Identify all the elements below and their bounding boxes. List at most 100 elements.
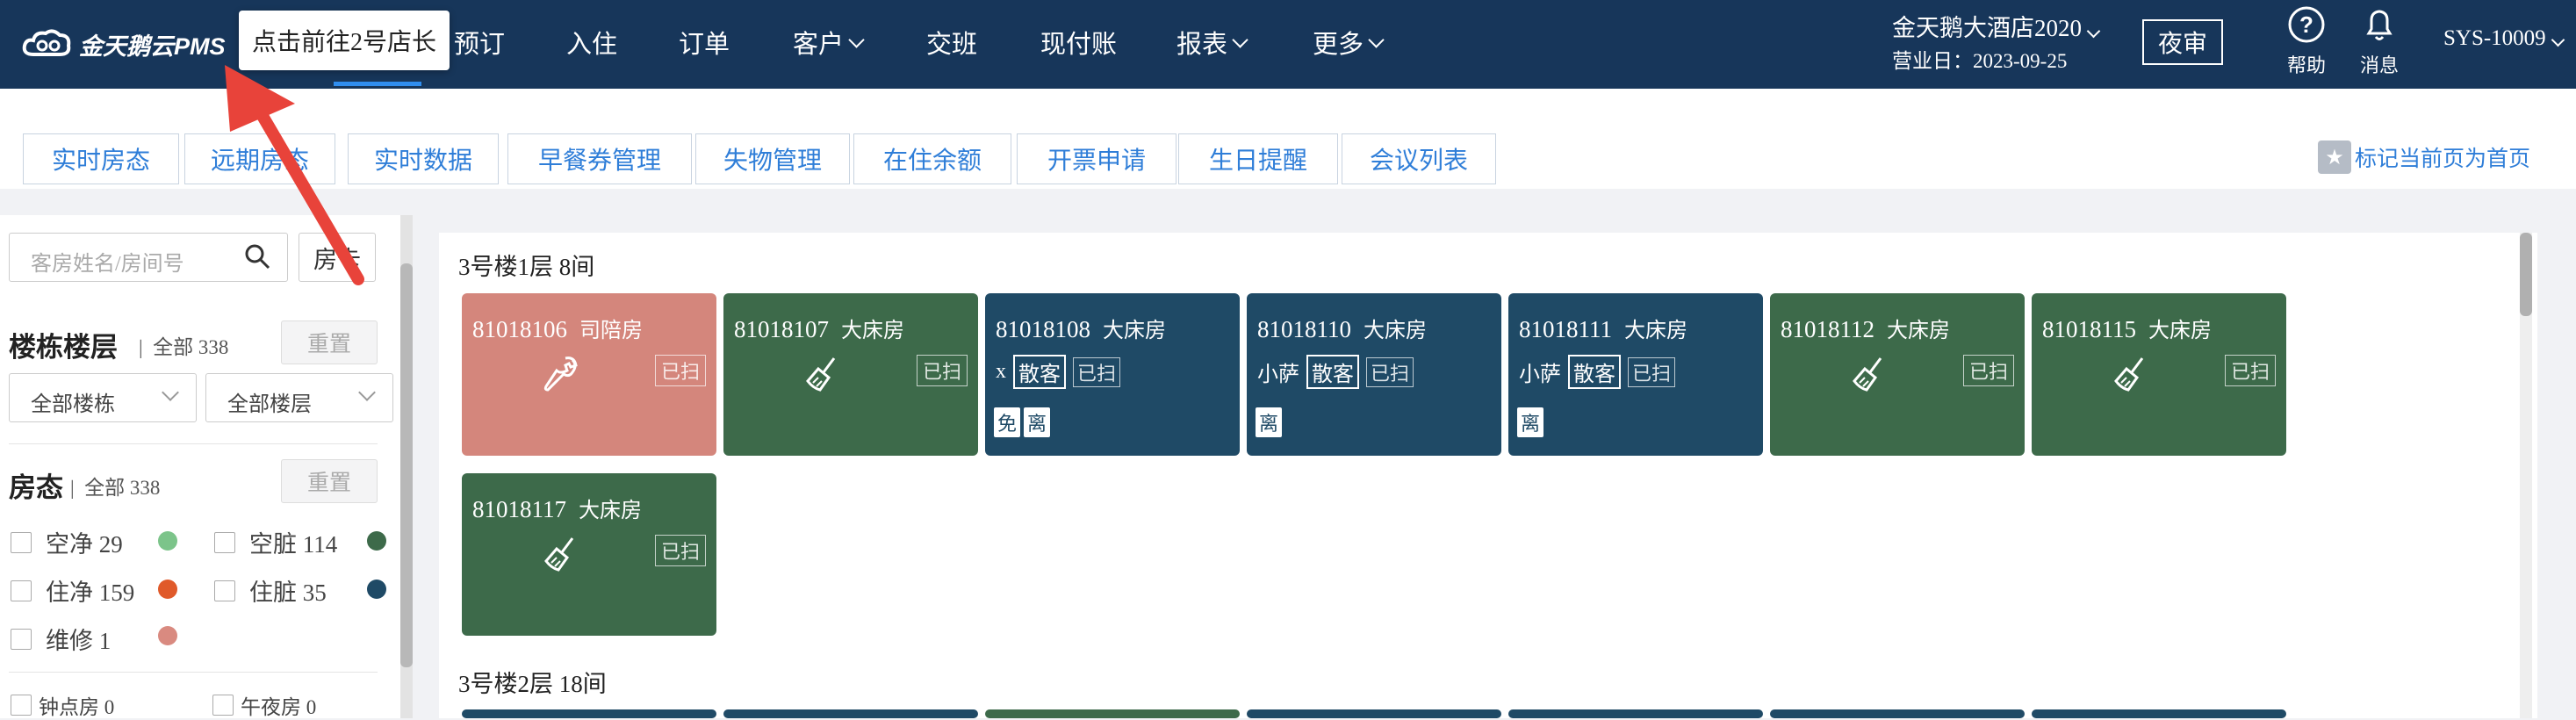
chevron-down-icon bbox=[1232, 31, 1248, 48]
nav-more[interactable]: 更多 bbox=[1313, 23, 1385, 61]
checkbox[interactable] bbox=[214, 580, 235, 601]
cleaned-tag: 已扫 bbox=[1366, 356, 1414, 387]
tab-future-status[interactable]: 远期房态 bbox=[184, 133, 335, 184]
checkbox[interactable] bbox=[214, 531, 235, 553]
room-card[interactable] bbox=[462, 709, 716, 718]
search-icon[interactable] bbox=[243, 242, 271, 270]
username: SYS-10009 bbox=[2443, 26, 2546, 50]
floor-select[interactable]: 全部楼层 bbox=[205, 373, 393, 422]
tab-realtime-data[interactable]: 实时数据 bbox=[348, 133, 499, 184]
status-label: 空脏 114 bbox=[249, 531, 338, 558]
night-audit-button[interactable]: 夜审 bbox=[2142, 19, 2223, 65]
hotel-selector[interactable]: 金天鹅大酒店2020 bbox=[1892, 9, 2101, 43]
room-type: 司陪房 bbox=[579, 320, 643, 342]
nav-label: 更多 bbox=[1313, 31, 1364, 59]
room-card[interactable]: 81018107 大床房 已扫 bbox=[723, 293, 978, 456]
building-select[interactable]: 全部楼栋 bbox=[9, 373, 197, 422]
guide-tooltip[interactable]: 点击前往2号店长 bbox=[239, 11, 450, 70]
mark-home-link[interactable]: ★ 标记当前页为首页 bbox=[2318, 140, 2530, 174]
room-card[interactable]: 81018108 大床房 x 散客 已扫 免离 bbox=[985, 293, 1240, 456]
tab-birthday-reminder[interactable]: 生日提醒 bbox=[1178, 133, 1338, 184]
chevron-down-icon bbox=[848, 31, 865, 48]
room-card[interactable] bbox=[1247, 709, 1501, 718]
nav-label: 报表 bbox=[1176, 31, 1228, 59]
mark-home-label: 标记当前页为首页 bbox=[2355, 148, 2531, 171]
sidebar-scroll-thumb[interactable] bbox=[400, 263, 413, 667]
nav-shift[interactable]: 交班 bbox=[926, 23, 977, 61]
filter-label: 午夜房 0 bbox=[241, 696, 317, 718]
help-button[interactable]: ? 帮助 bbox=[2276, 5, 2337, 78]
status-maintenance[interactable]: 维修 1 bbox=[11, 622, 111, 656]
status-vacant-dirty[interactable]: 空脏 114 bbox=[214, 525, 337, 559]
status-vacant-clean[interactable]: 空净 29 bbox=[11, 525, 123, 559]
nav-cash-account[interactable]: 现付账 bbox=[1040, 23, 1117, 61]
guest-type-badge: 散客 bbox=[1306, 355, 1359, 389]
room-number: 81018106 bbox=[472, 316, 567, 342]
messages-button[interactable]: 消息 bbox=[2349, 5, 2410, 78]
nav-booking[interactable]: 预订 bbox=[454, 23, 505, 61]
nav-checkin[interactable]: 入住 bbox=[566, 23, 617, 61]
chevron-down-icon bbox=[2086, 24, 2101, 39]
status-color-dot bbox=[158, 580, 177, 599]
tab-inhouse-balance[interactable]: 在住余额 bbox=[853, 133, 1011, 184]
help-label: 帮助 bbox=[2286, 54, 2326, 76]
cleaned-tag: 已扫 bbox=[1628, 356, 1676, 387]
checkbox[interactable] bbox=[11, 580, 32, 601]
tab-lost-found[interactable]: 失物管理 bbox=[695, 133, 850, 184]
building-reset-button[interactable]: 重置 bbox=[281, 320, 378, 364]
room-card[interactable]: 81018110 大床房 小萨 散客 已扫 离 bbox=[1247, 293, 1501, 456]
checkbox[interactable] bbox=[11, 695, 32, 716]
checkbox[interactable] bbox=[11, 531, 32, 553]
room-type: 大床房 bbox=[1624, 320, 1687, 342]
room-status-title: 房态 bbox=[9, 472, 63, 503]
main-scroll-thumb[interactable] bbox=[2520, 233, 2532, 316]
brand-logo[interactable]: 金天鹅云PMS bbox=[21, 25, 226, 63]
room-card[interactable] bbox=[985, 709, 1240, 718]
room-card[interactable] bbox=[1770, 709, 2025, 718]
cleaned-tag: 已扫 bbox=[1962, 355, 2014, 386]
nav-reports[interactable]: 报表 bbox=[1176, 23, 1248, 61]
room-type: 大床房 bbox=[1103, 320, 1166, 342]
help-icon: ? bbox=[2288, 6, 2325, 43]
checkbox[interactable] bbox=[11, 628, 32, 650]
cleaned-tag: 已扫 bbox=[1073, 356, 1121, 387]
filter-midnight-room[interactable]: 午夜房 0 bbox=[212, 690, 316, 720]
filter-hourly-room[interactable]: 钟点房 0 bbox=[11, 690, 114, 720]
nav-label: 入住 bbox=[566, 31, 618, 59]
tab-realtime-status[interactable]: 实时房态 bbox=[23, 133, 179, 184]
room-card[interactable] bbox=[1508, 709, 1763, 718]
status-reset-button[interactable]: 重置 bbox=[281, 459, 378, 503]
tab-invoice-request[interactable]: 开票申请 bbox=[1017, 133, 1176, 184]
room-card[interactable]: 81018112 大床房 已扫 bbox=[1770, 293, 2025, 456]
room-card[interactable]: 81018106 司陪房 已扫 bbox=[462, 293, 716, 456]
room-card[interactable]: 81018115 大床房 已扫 bbox=[2032, 293, 2286, 456]
cleaned-tag: 已扫 bbox=[2224, 355, 2276, 386]
room-card[interactable] bbox=[2032, 709, 2286, 718]
status-occupied-clean[interactable]: 住净 159 bbox=[11, 573, 134, 608]
room-number: 81018115 bbox=[2042, 316, 2136, 342]
nav-customers[interactable]: 客户 bbox=[793, 23, 865, 61]
room-card[interactable]: 81018111 大床房 小萨 散客 已扫 离 bbox=[1508, 293, 1763, 456]
nav-label: 客户 bbox=[793, 31, 845, 59]
broom-icon bbox=[1853, 357, 1882, 392]
hotel-name: 金天鹅大酒店2020 bbox=[1892, 15, 2082, 41]
free-badge: 免 bbox=[994, 407, 1021, 437]
nav-orders[interactable]: 订单 bbox=[679, 23, 730, 61]
user-menu[interactable]: SYS-10009 bbox=[2443, 26, 2565, 51]
broom-icon bbox=[544, 537, 574, 572]
checkbox[interactable] bbox=[212, 695, 234, 716]
room-number: 81018117 bbox=[472, 496, 566, 522]
search-input[interactable]: 客房姓名/房间号 bbox=[9, 233, 288, 282]
tab-breakfast-voucher[interactable]: 早餐券管理 bbox=[507, 133, 692, 184]
room-card[interactable] bbox=[723, 709, 978, 718]
room-type: 大床房 bbox=[1364, 320, 1427, 342]
status-occupied-dirty[interactable]: 住脏 35 bbox=[214, 573, 327, 608]
room-card-button[interactable]: 房卡 bbox=[299, 233, 376, 282]
nav-label: 交班 bbox=[926, 31, 978, 59]
room-card[interactable]: 81018117 大床房 已扫 bbox=[462, 473, 716, 636]
tab-meeting-list[interactable]: 会议列表 bbox=[1342, 133, 1496, 184]
divider bbox=[9, 672, 378, 673]
guest-type-badge: 散客 bbox=[1568, 355, 1621, 389]
departure-badge: 离 bbox=[1024, 407, 1051, 437]
room-number: 81018112 bbox=[1781, 316, 1874, 342]
